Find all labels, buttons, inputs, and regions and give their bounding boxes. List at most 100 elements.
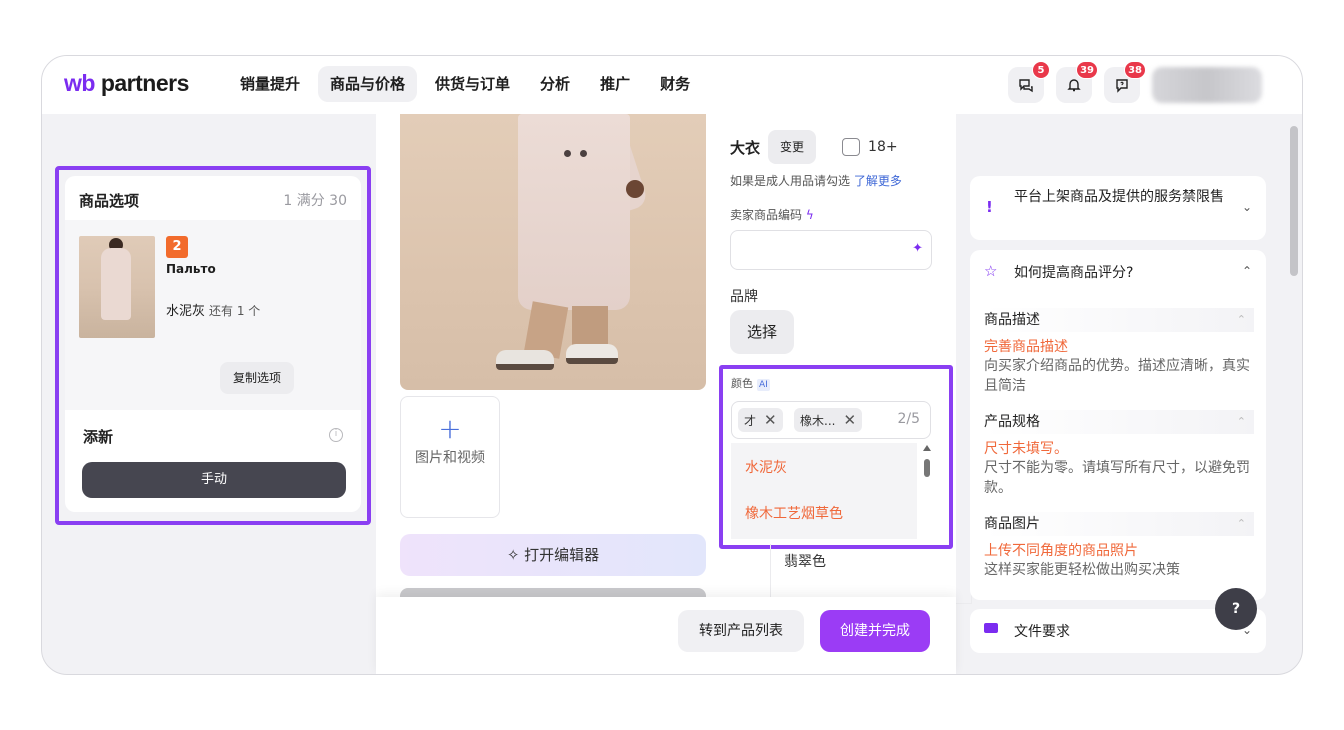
account-avatar[interactable] bbox=[1152, 67, 1262, 103]
magic-wand-icon[interactable]: ✦ bbox=[912, 241, 923, 256]
color-tag-label: 橡木... bbox=[800, 414, 836, 428]
adult-checkbox[interactable] bbox=[842, 138, 861, 156]
go-to-product-list-button[interactable]: 转到产品列表 bbox=[678, 610, 804, 652]
color-label-text: 颜色 bbox=[731, 377, 753, 390]
question-chat-icon bbox=[1116, 79, 1128, 93]
photo-shoe bbox=[496, 350, 554, 370]
plus-icon: + bbox=[438, 412, 462, 445]
create-and-finish-button[interactable]: 创建并完成 bbox=[820, 610, 930, 652]
top-icons: 5 39 38 bbox=[1008, 61, 1262, 103]
adult-hint: 如果是成人用品请勾选 了解更多 bbox=[730, 172, 902, 189]
variant-remaining: 还有 1 个 bbox=[209, 304, 261, 318]
nav-analytics[interactable]: 分析 bbox=[528, 66, 582, 102]
variant-color-name: 水泥灰 bbox=[166, 304, 206, 319]
ai-badge: AI bbox=[757, 379, 770, 391]
color-field-highlight: 颜色 AI 才 ✕ 橡木... ✕ 2/5 水泥灰 橡木工艺烟草色 bbox=[719, 365, 953, 549]
brand-label: 品牌 bbox=[730, 289, 758, 305]
banned-goods-text: 平台上架商品及提供的服务禁限售 bbox=[1014, 189, 1224, 205]
photo-hand bbox=[626, 180, 644, 198]
tip-title: 产品规格 bbox=[984, 414, 1040, 430]
color-tags-input[interactable]: 才 ✕ 橡木... ✕ 2/5 bbox=[731, 401, 931, 439]
help-button[interactable]: ? bbox=[1215, 588, 1257, 630]
info-icon[interactable]: i bbox=[329, 428, 343, 442]
copy-variant-button[interactable]: 复制选项 bbox=[220, 362, 294, 394]
star-icon: ☆ bbox=[984, 262, 998, 280]
tip-action[interactable]: 完善商品描述 bbox=[984, 336, 1254, 356]
variants-card: 商品选项 1 满分 30 2 Пальто 水泥灰 还有 1 个 复制选项 添新 … bbox=[65, 176, 361, 512]
help-center-button[interactable]: 38 bbox=[1104, 61, 1146, 103]
scroll-up-arrow-icon[interactable] bbox=[923, 445, 931, 451]
tip-title: 商品描述 bbox=[984, 312, 1040, 328]
chat-button[interactable]: 5 bbox=[1008, 61, 1050, 103]
dropdown-scrollbar[interactable] bbox=[923, 445, 931, 535]
chevron-down-icon[interactable]: ⌄ bbox=[1242, 200, 1252, 214]
variant-name: Пальто bbox=[166, 262, 216, 276]
color-tag-label: 才 bbox=[744, 414, 757, 428]
learn-more-link[interactable]: 了解更多 bbox=[854, 174, 902, 188]
variant-thumbnail[interactable] bbox=[79, 236, 155, 338]
tip-description: 向买家介绍商品的优势。描述应清晰，真实且简洁 bbox=[984, 358, 1250, 394]
tip-section-header[interactable]: 产品规格 ⌃ bbox=[984, 410, 1254, 434]
photo-coat bbox=[518, 114, 630, 310]
variant-item[interactable]: 2 Пальто 水泥灰 还有 1 个 复制选项 bbox=[65, 220, 361, 410]
color-option[interactable]: 翡翠色 bbox=[784, 551, 826, 571]
seller-code-input[interactable]: ✦ bbox=[730, 230, 932, 270]
chevron-up-icon[interactable]: ⌃ bbox=[1237, 308, 1246, 332]
thumb-coat bbox=[101, 248, 131, 320]
file-requirements-title: 文件要求 bbox=[1014, 624, 1070, 640]
logo-partners: partners bbox=[94, 70, 190, 96]
banned-goods-panel[interactable]: ! 平台上架商品及提供的服务禁限售 ⌄ bbox=[970, 176, 1266, 240]
main-nav: 销量提升 商品与价格 供货与订单 分析 推广 财务 bbox=[228, 66, 702, 102]
color-options-dropdown: 水泥灰 橡木工艺烟草色 bbox=[731, 443, 917, 539]
color-option[interactable]: 橡木工艺烟草色 bbox=[745, 503, 843, 523]
variants-score: 1 满分 30 bbox=[283, 193, 347, 209]
tip-section-header[interactable]: 商品图片 ⌃ bbox=[984, 512, 1254, 536]
chevron-up-icon[interactable]: ⌃ bbox=[1237, 410, 1246, 434]
variants-panel-highlight: 商品选项 1 满分 30 2 Пальто 水泥灰 还有 1 个 复制选项 添新 … bbox=[55, 166, 371, 525]
document-icon bbox=[984, 623, 998, 633]
rating-tips-title: 如何提高商品评分? bbox=[1014, 265, 1134, 281]
tip-section: 商品描述 ⌃ 完善商品描述 向买家介绍商品的优势。描述应清晰，真实且简洁 bbox=[984, 308, 1254, 396]
product-photo[interactable] bbox=[400, 114, 706, 390]
tip-action[interactable]: 上传不同角度的商品照片 bbox=[984, 540, 1254, 560]
tip-action[interactable]: 尺寸未填写。 bbox=[984, 438, 1254, 458]
chat-icon bbox=[1019, 79, 1033, 93]
tip-section: 商品图片 ⌃ 上传不同角度的商品照片 这样买家能更轻松做出购买决策 bbox=[984, 512, 1254, 580]
variant-number-badge: 2 bbox=[166, 236, 188, 258]
remove-tag-icon[interactable]: ✕ bbox=[843, 411, 856, 429]
nav-sales-boost[interactable]: 销量提升 bbox=[228, 66, 312, 102]
logo[interactable]: wb partners bbox=[64, 70, 189, 97]
photo-coat-button bbox=[564, 150, 571, 157]
nav-finance[interactable]: 财务 bbox=[648, 66, 702, 102]
nav-products-prices[interactable]: 商品与价格 bbox=[318, 66, 418, 102]
add-media-button[interactable]: + 图片和视频 bbox=[400, 396, 500, 518]
notifications-button[interactable]: 39 bbox=[1056, 61, 1098, 103]
tip-section-header[interactable]: 商品描述 ⌃ bbox=[984, 308, 1254, 332]
brand-select-button[interactable]: 选择 bbox=[730, 310, 794, 354]
manual-button[interactable]: 手动 bbox=[82, 462, 346, 498]
chevron-up-icon[interactable]: ⌃ bbox=[1242, 264, 1252, 278]
variants-title: 商品选项 bbox=[79, 192, 140, 210]
exclamation-icon: ! bbox=[986, 198, 993, 216]
page-scrollbar[interactable] bbox=[1290, 126, 1298, 276]
color-option[interactable]: 水泥灰 bbox=[745, 457, 787, 477]
photo-shoe bbox=[566, 344, 618, 364]
add-new-label: 添新 bbox=[83, 428, 114, 446]
scroll-thumb[interactable] bbox=[924, 459, 930, 477]
open-editor-label: 打开编辑器 bbox=[524, 546, 600, 564]
chevron-up-icon[interactable]: ⌃ bbox=[1237, 512, 1246, 536]
remove-tag-icon[interactable]: ✕ bbox=[764, 411, 777, 429]
tip-section: 产品规格 ⌃ 尺寸未填写。 尺寸不能为零。请填写所有尺寸，以避免罚款。 bbox=[984, 410, 1254, 498]
change-category-button[interactable]: 变更 bbox=[768, 130, 817, 164]
seller-code-label: 卖家商品编码 ϟ bbox=[730, 206, 814, 223]
help-badge: 38 bbox=[1124, 61, 1146, 79]
color-tag: 才 ✕ bbox=[738, 408, 783, 432]
open-editor-button[interactable]: ✧ 打开编辑器 bbox=[400, 534, 706, 576]
nav-promotion[interactable]: 推广 bbox=[588, 66, 642, 102]
nav-supply-orders[interactable]: 供货与订单 bbox=[423, 66, 522, 102]
lightning-icon: ϟ bbox=[805, 208, 814, 222]
category-name: 大衣 bbox=[730, 138, 761, 157]
adult-hint-text: 如果是成人用品请勾选 bbox=[730, 174, 854, 188]
rating-tips-panel: ☆ 如何提高商品评分? ⌃ 商品描述 ⌃ 完善商品描述 向买家介绍商品的优势。描述… bbox=[970, 250, 1266, 600]
color-tag: 橡木... ✕ bbox=[794, 408, 863, 432]
